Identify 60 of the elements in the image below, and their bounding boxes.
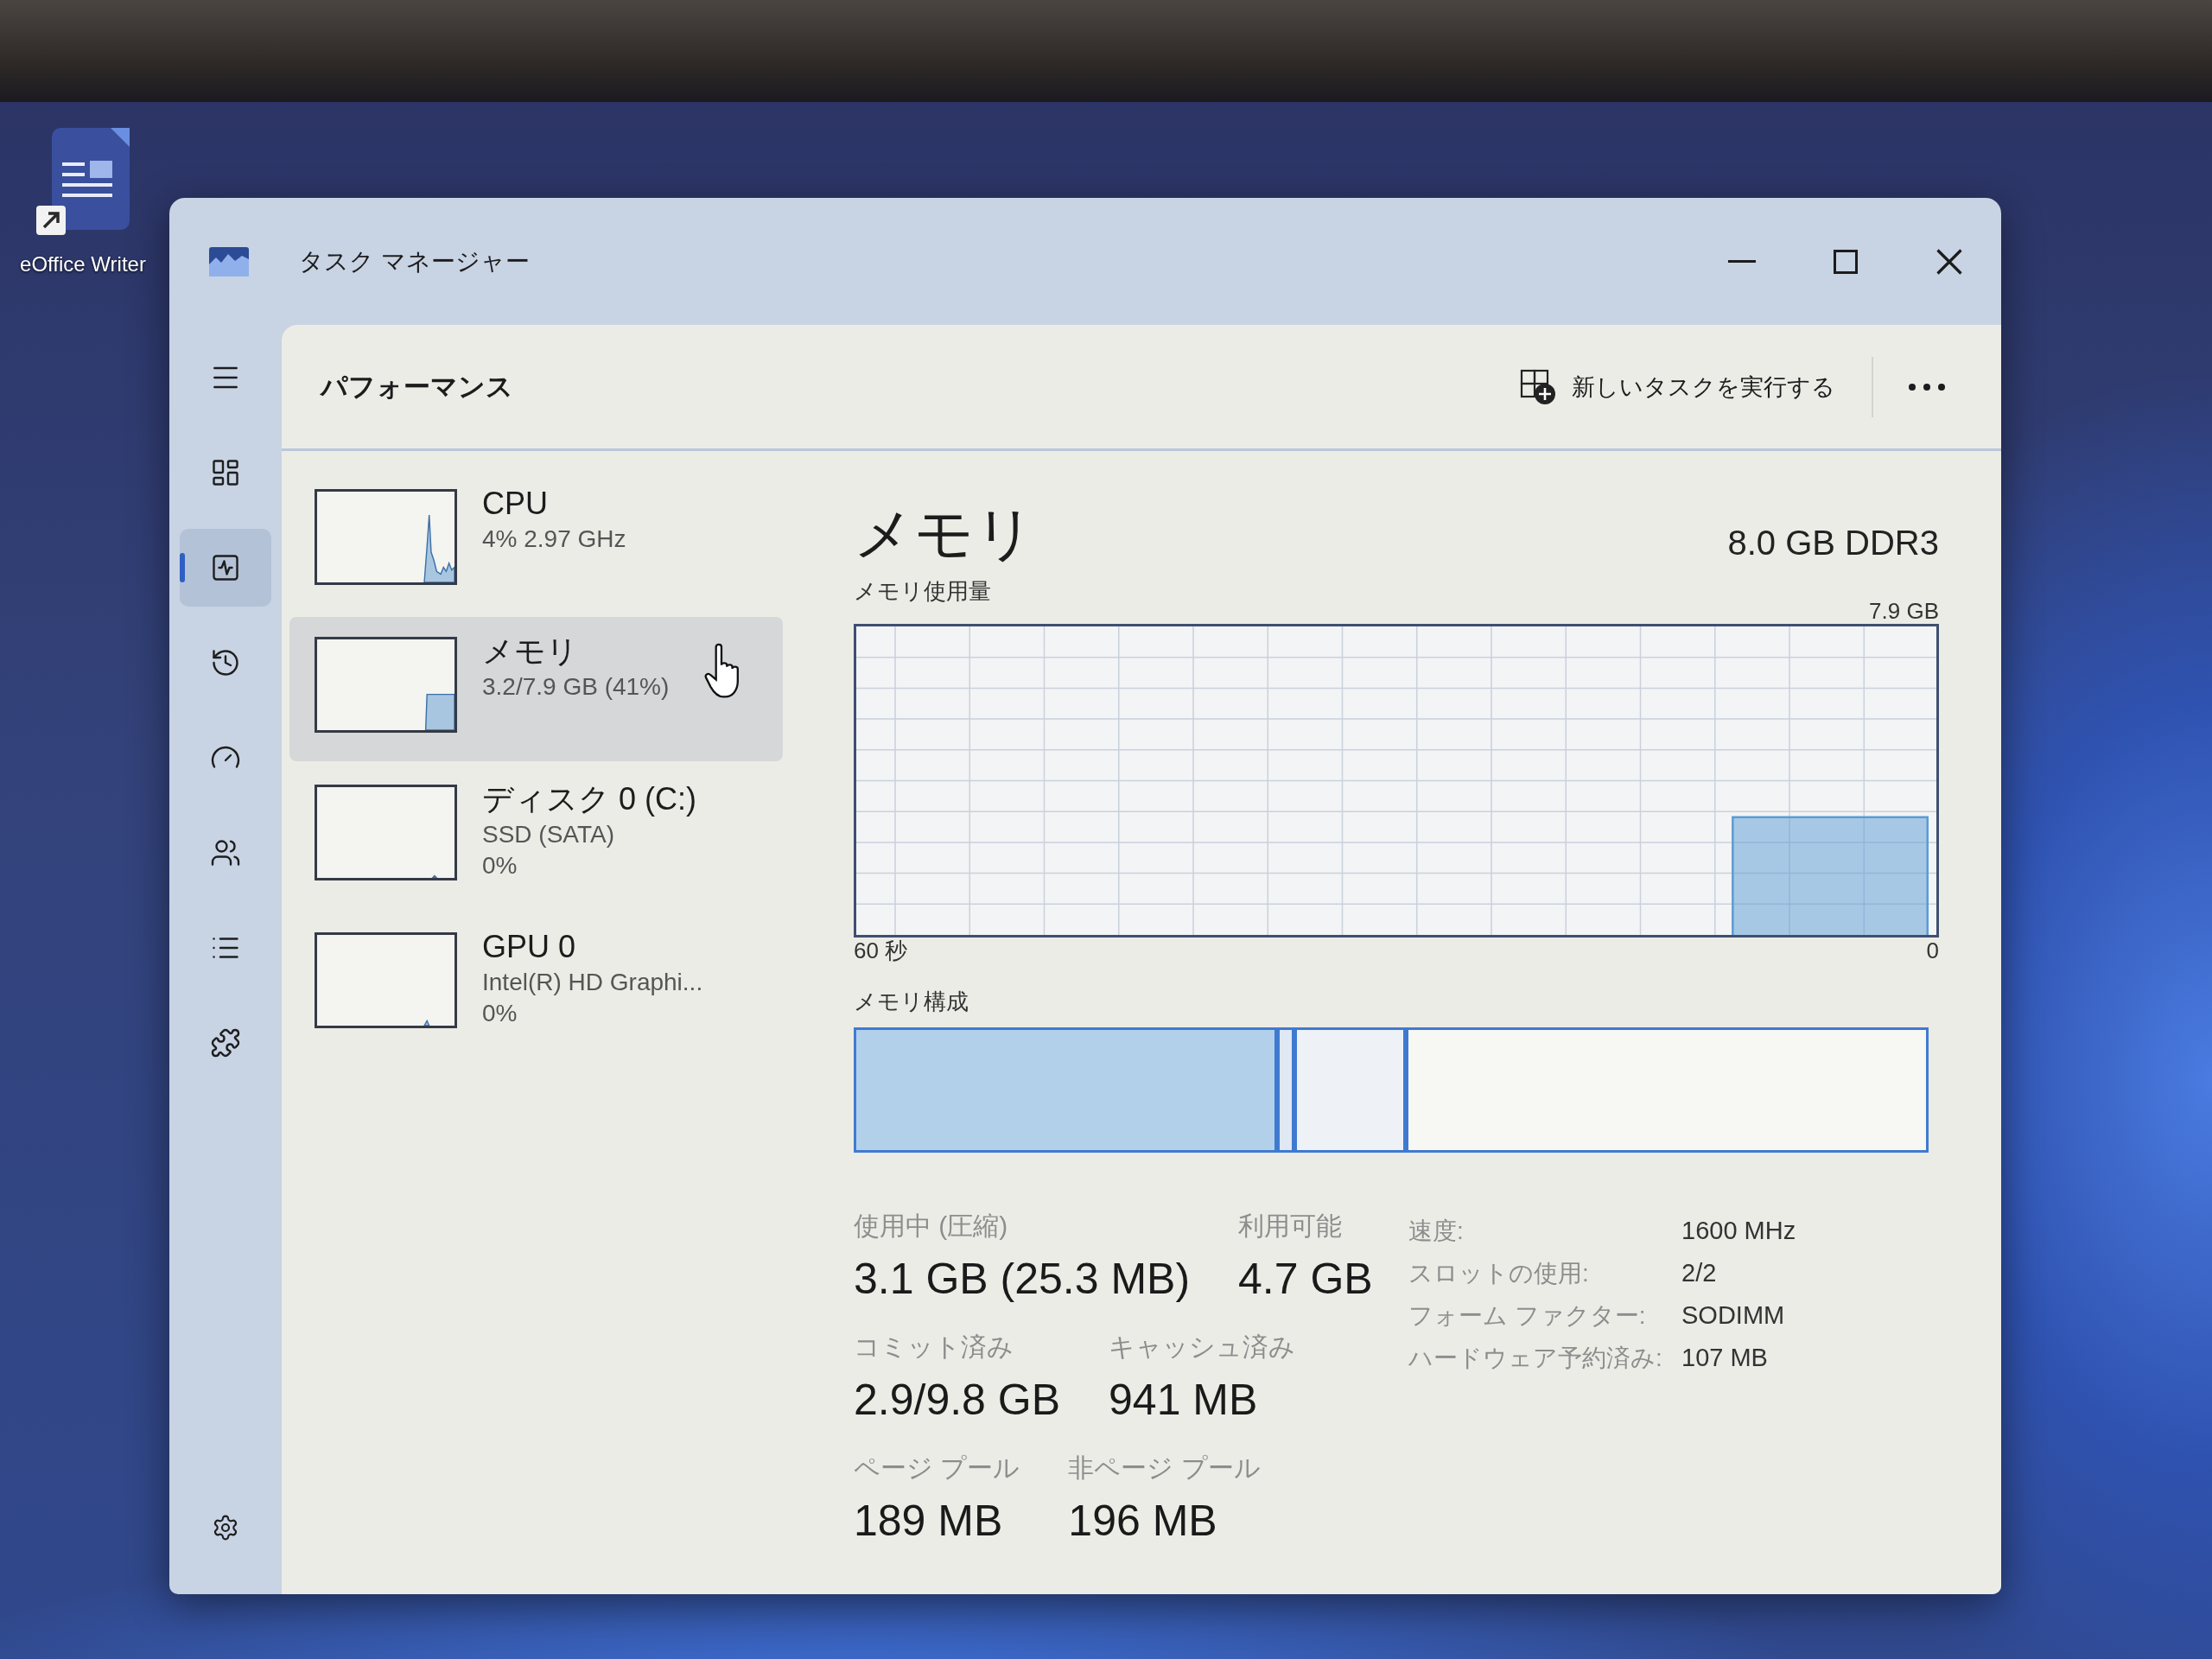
add-task-icon bbox=[1520, 368, 1556, 405]
more-icon bbox=[1909, 383, 1945, 391]
resource-item[interactable]: GPU 0 Intel(R) HD Graphi... 0% bbox=[289, 912, 783, 1057]
grid-icon bbox=[210, 457, 241, 488]
resource-detail: 3.2/7.9 GB (41%) bbox=[482, 672, 670, 702]
detail-title: メモリ bbox=[854, 503, 1035, 563]
page-title: パフォーマンス bbox=[321, 370, 514, 404]
resource-detail: 4% 2.97 GHz bbox=[482, 524, 626, 554]
stat-label: 非ページ プール bbox=[1068, 1452, 1261, 1484]
y-axis-label: 0 bbox=[1926, 939, 1939, 962]
nav-item[interactable] bbox=[180, 529, 271, 607]
stat-label: 使用中 (圧縮) bbox=[854, 1211, 1009, 1242]
window-title: タスク マネージャー bbox=[299, 246, 531, 276]
document-shortcut-icon bbox=[36, 128, 130, 237]
stat-value: 196 MB bbox=[1068, 1496, 1218, 1547]
resource-detail: Intel(R) HD Graphi... bbox=[482, 968, 703, 997]
property-label: ハードウェア予約済み: bbox=[1408, 1343, 1663, 1373]
y-axis-label: 7.9 GB bbox=[1869, 600, 1939, 622]
composition-title: メモリ構成 bbox=[854, 988, 969, 1015]
property-label: フォーム ファクター: bbox=[1408, 1300, 1647, 1331]
resource-item[interactable]: CPU 4% 2.97 GHz bbox=[289, 469, 783, 613]
time-span-label: 60 秒 bbox=[854, 939, 908, 962]
resource-name: メモリ bbox=[482, 632, 579, 671]
history-icon bbox=[210, 647, 241, 678]
close-icon bbox=[1936, 248, 1962, 275]
hand-cursor-icon bbox=[703, 641, 741, 700]
property-value: SODIMM bbox=[1681, 1301, 1786, 1330]
maximize-icon bbox=[1834, 249, 1858, 274]
chart-title: メモリ使用量 bbox=[854, 577, 991, 605]
stat-label: コミット済み bbox=[854, 1332, 1014, 1363]
memory-spec: 8.0 GB DDR3 bbox=[1727, 523, 1939, 563]
resource-item[interactable]: ディスク 0 (C:) SSD (SATA) 0% bbox=[289, 765, 783, 909]
users-icon bbox=[210, 837, 241, 868]
resource-name: ディスク 0 (C:) bbox=[482, 780, 696, 818]
stat-value: 2.9/9.8 GB bbox=[854, 1375, 1061, 1426]
stat-value: 3.1 GB (25.3 MB) bbox=[854, 1254, 1191, 1305]
pulse-icon bbox=[210, 552, 241, 583]
resource-item[interactable]: メモリ 3.2/7.9 GB (41%) bbox=[289, 617, 783, 761]
stat-label: 利用可能 bbox=[1238, 1211, 1344, 1242]
resource-name: CPU bbox=[482, 485, 549, 523]
stat-label: キャッシュ済み bbox=[1109, 1332, 1296, 1363]
stat-label: ページ プール bbox=[854, 1452, 1020, 1484]
property-value: 107 MB bbox=[1681, 1344, 1769, 1372]
stat-value: 941 MB bbox=[1109, 1375, 1259, 1426]
property-value: 1600 MHz bbox=[1681, 1217, 1796, 1245]
resource-detail: SSD (SATA) bbox=[482, 820, 615, 849]
settings-icon bbox=[212, 1514, 239, 1541]
property-label: スロットの使用: bbox=[1408, 1258, 1590, 1288]
property-value: 2/2 bbox=[1681, 1259, 1718, 1287]
minimize-icon bbox=[1728, 260, 1756, 263]
property-label: 速度: bbox=[1408, 1216, 1465, 1246]
resource-detail: 0% bbox=[482, 999, 518, 1028]
run-new-task-button[interactable]: 新しいタスクを実行する bbox=[1503, 352, 1853, 422]
chart-icon bbox=[209, 246, 249, 276]
resource-detail: 0% bbox=[482, 851, 518, 880]
stat-value: 4.7 GB bbox=[1238, 1254, 1373, 1305]
desktop-shortcut[interactable]: eOffice Writer bbox=[0, 128, 166, 276]
puzzle-icon bbox=[210, 1027, 241, 1058]
stat-value: 189 MB bbox=[854, 1496, 1004, 1547]
resource-name: GPU 0 bbox=[482, 928, 577, 966]
